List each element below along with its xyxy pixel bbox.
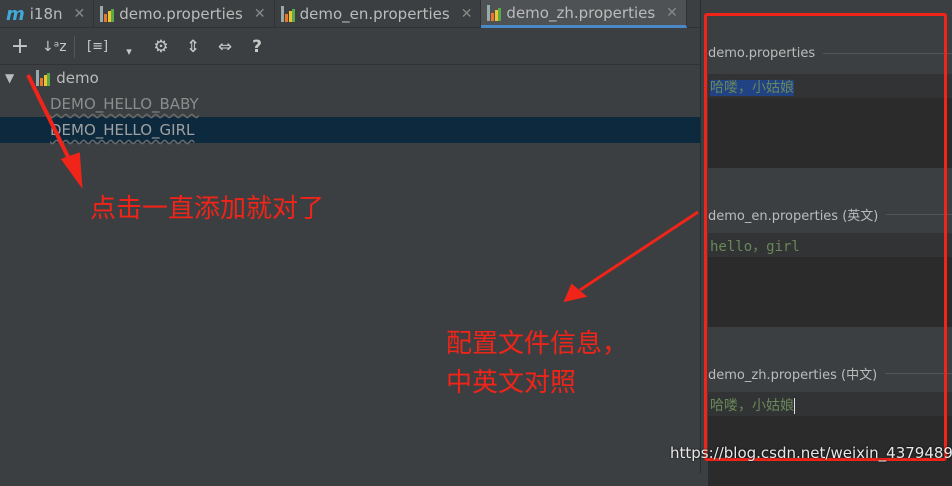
annotation-arrows xyxy=(26,74,699,303)
annotation-config-hint-1: 配置文件信息， xyxy=(446,329,629,359)
annotation-add-hint: 点击一直添加就对了 xyxy=(90,194,325,224)
annotation-config-hint-2: 中英文对照 xyxy=(446,368,577,398)
arrow-to-add-button xyxy=(26,74,83,189)
watermark: https://blog.csdn.net/weixin_43794897 xyxy=(670,444,952,462)
arrow-to-editors xyxy=(563,210,699,303)
